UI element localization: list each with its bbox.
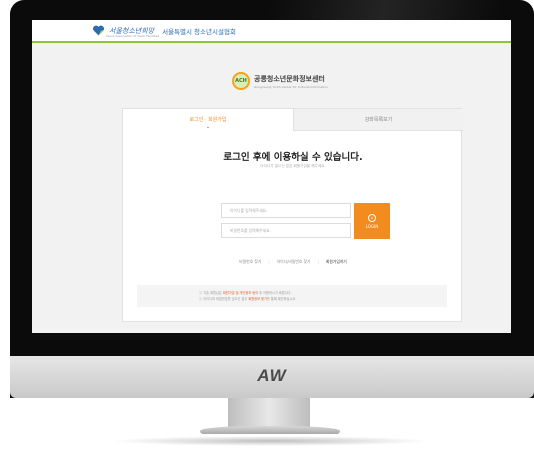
notice-highlight: 회원가입 및 개인정보 동의 bbox=[222, 291, 259, 295]
tab-login-label: 로그인 · 회원가입 bbox=[189, 117, 227, 123]
tab-course-list[interactable]: 강좌목록보기 bbox=[293, 109, 463, 131]
center-emblem-icon: ACH bbox=[232, 72, 250, 90]
monitor-chin: AW bbox=[10, 356, 534, 398]
site-header: 서울청소년희망 서울특별시 청소년시설협회 Seoul Association … bbox=[32, 20, 511, 43]
monitor-stand-neck bbox=[228, 398, 310, 428]
find-id-link[interactable]: 아이디/비밀번호 찾기 bbox=[277, 259, 311, 265]
lock-icon: ⌂ bbox=[368, 213, 376, 222]
center-title: 공릉청소년문화정보센터 bbox=[254, 74, 325, 83]
tab-login-register[interactable]: 로그인 · 회원가입 ⌄ bbox=[123, 109, 293, 131]
login-button[interactable]: ⌂ LOGIN bbox=[354, 203, 390, 239]
monitor: 서울청소년희망 서울특별시 청소년시설협회 Seoul Association … bbox=[10, 0, 534, 398]
center-logo[interactable]: ACH 공릉청소년문화정보센터 Gongneung Youth Center f… bbox=[232, 72, 328, 90]
login-card: 로그인 · 회원가입 ⌄ 강좌목록보기 로그인 후에 이용하실 수 있습니다. … bbox=[122, 108, 463, 322]
link-divider: | bbox=[268, 259, 270, 264]
login-subheading: 아이디가 없으신 분은 회원가입을 해주세요. bbox=[260, 164, 326, 168]
account-links: 비밀번호 찾기 | 아이디/비밀번호 찾기 | 회원가입하기 bbox=[123, 259, 463, 265]
login-button-label: LOGIN bbox=[365, 223, 379, 229]
register-link[interactable]: 회원가입하기 bbox=[326, 259, 347, 265]
notice-text: 아이디와 비밀번호를 잊으신 경우 bbox=[203, 297, 249, 301]
notice-line-2: ⓘ 아이디와 비밀번호를 잊으신 경우 회원정보 찾기를 통해 확인하십시오. bbox=[199, 297, 297, 301]
login-heading: 로그인 후에 이용하실 수 있습니다. bbox=[223, 152, 363, 163]
notice-text: 를 통해 확인하십시오. bbox=[266, 297, 297, 301]
org-subtitle: Seoul Association of Youth Facilities bbox=[106, 34, 160, 38]
password-input[interactable]: 비밀번호를 입력해주세요. bbox=[221, 223, 351, 238]
notice-box: ⓘ 기존 회원님은 회원가입 및 개인정보 동의 후 이용하시기 바랍니다. ⓘ… bbox=[137, 285, 447, 307]
tab-course-label: 강좌목록보기 bbox=[364, 117, 393, 123]
heart-logo-icon bbox=[93, 25, 104, 36]
notice-text: 기존 회원님은 bbox=[203, 291, 223, 295]
browser-screen: 서울청소년희망 서울특별시 청소년시설협회 Seoul Association … bbox=[32, 20, 511, 333]
chevron-down-icon: ⌄ bbox=[205, 124, 211, 130]
center-subtitle: Gongneung Youth Center for Cultural Info… bbox=[254, 84, 328, 89]
notice-text: 후 이용하시기 바랍니다. bbox=[258, 291, 292, 295]
monitor-stand-base bbox=[200, 426, 340, 434]
find-password-link[interactable]: 비밀번호 찾기 bbox=[239, 259, 261, 265]
tab-bar: 로그인 · 회원가입 ⌄ 강좌목록보기 bbox=[123, 109, 463, 131]
monitor-logo: AW bbox=[257, 366, 287, 385]
notice-highlight: 회원정보 찾기 bbox=[248, 297, 267, 301]
org-name: 서울특별시 청소년시설협회 bbox=[162, 27, 236, 36]
stand-shadow bbox=[110, 436, 430, 446]
username-input[interactable]: 아이디를 입력해주세요. bbox=[221, 203, 351, 218]
link-divider: | bbox=[317, 259, 319, 264]
